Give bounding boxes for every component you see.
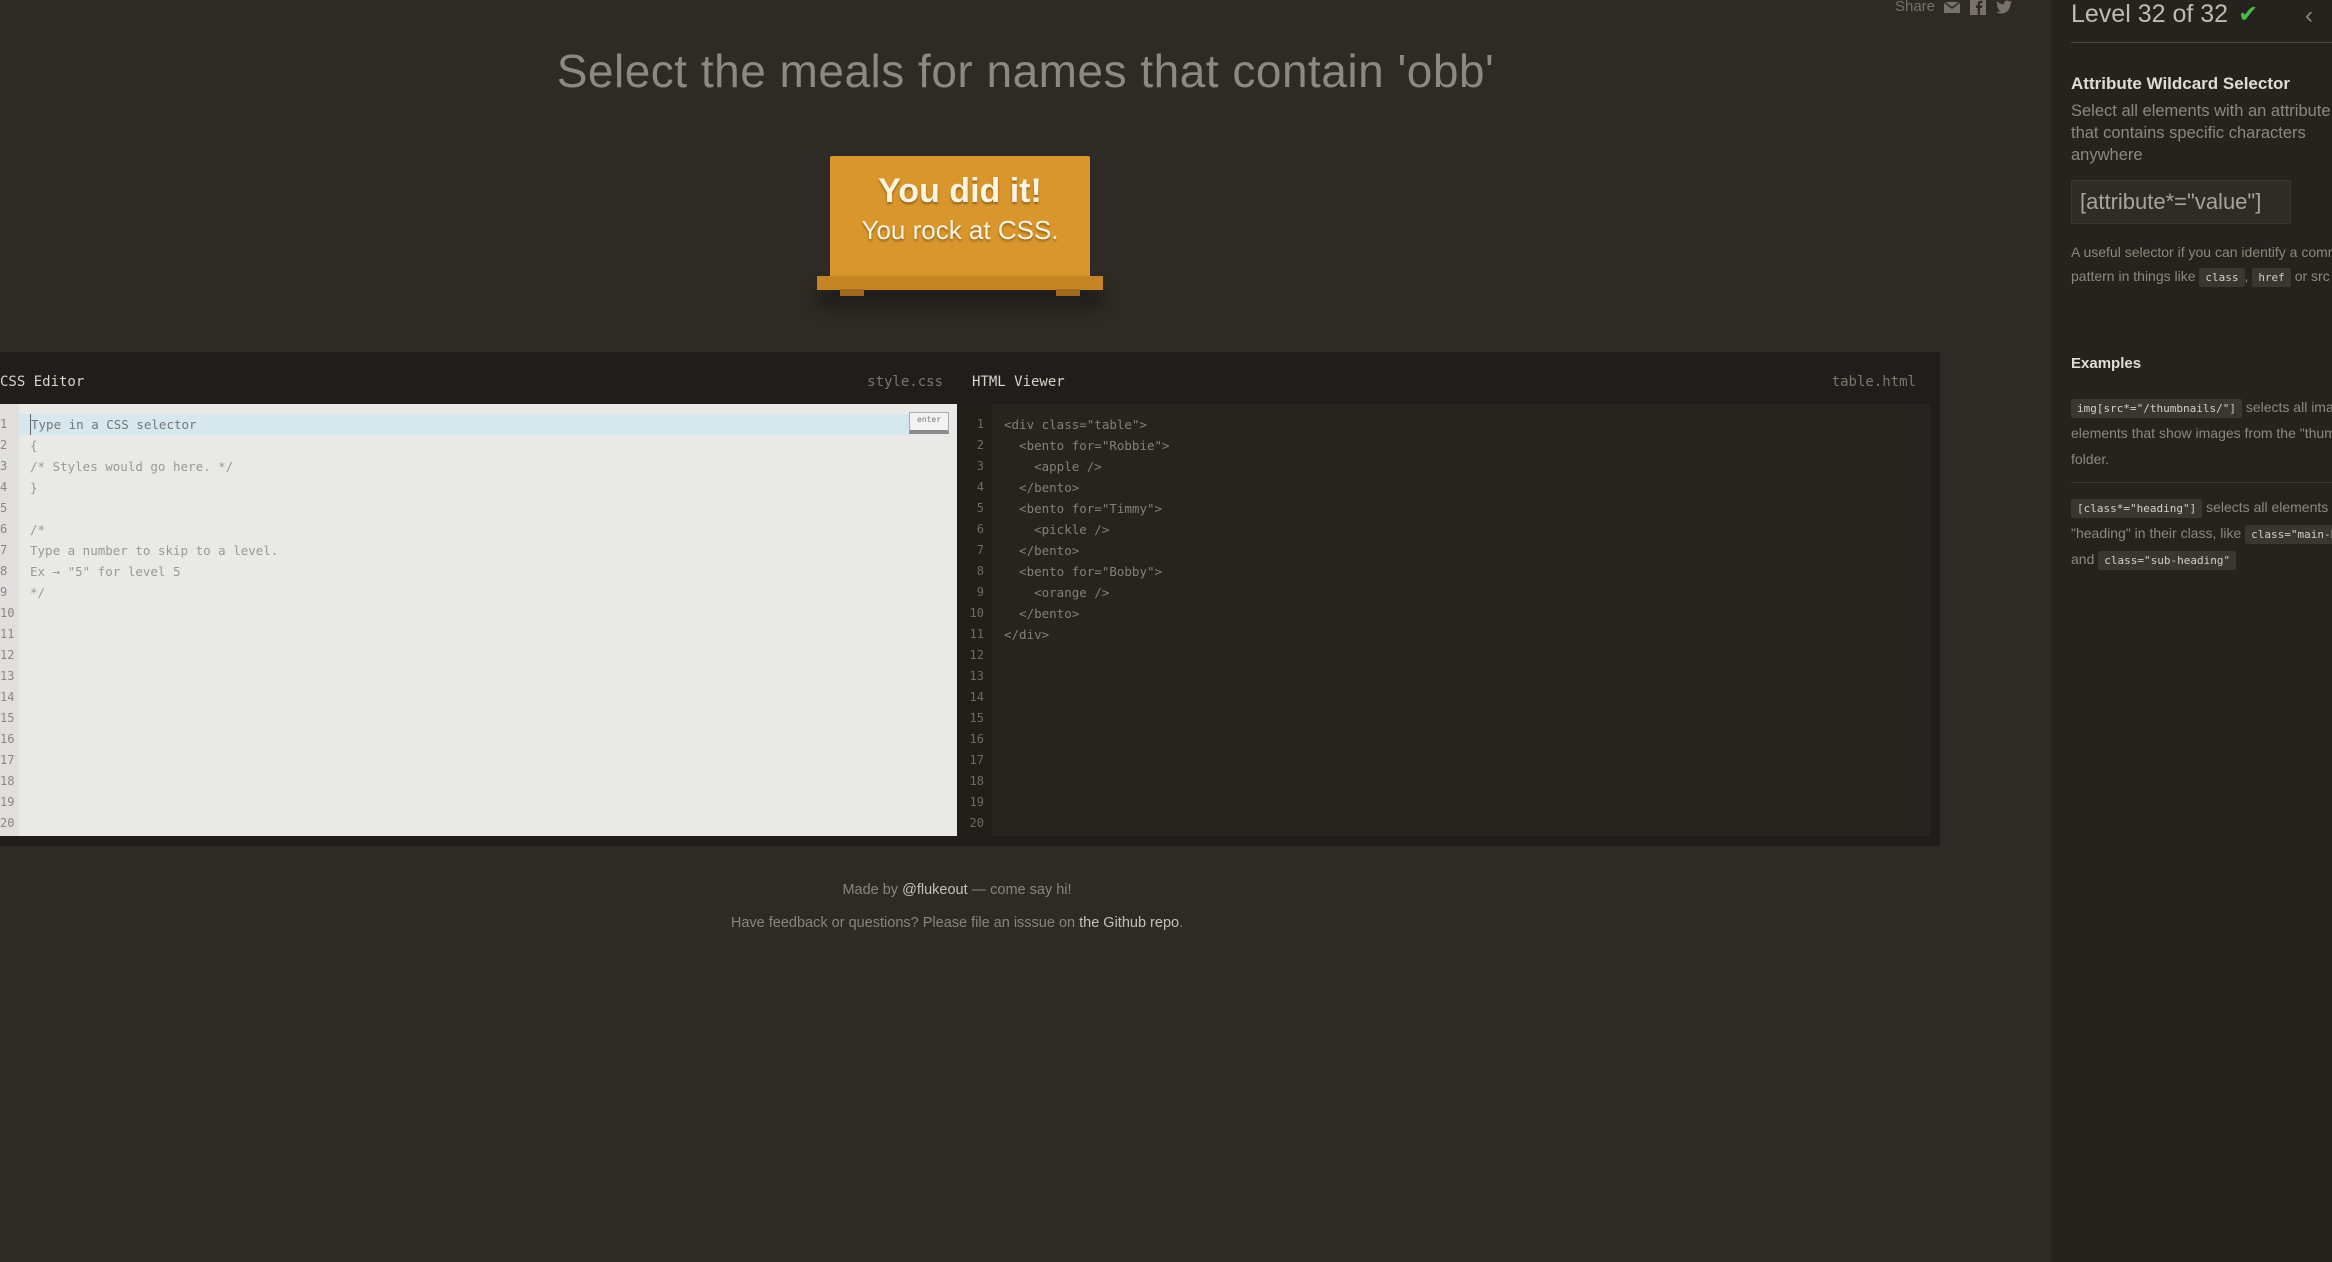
line-number: 7: [976, 543, 984, 557]
line-number: 6: [976, 522, 984, 536]
line-number: 2: [976, 438, 984, 452]
line-number: 14: [969, 690, 984, 704]
html-viewer: 1 2 3 4 5 6 7 8 9 10 11 12 13 14 15 16 17 18 19 20 <div cla…: [960, 404, 1930, 836]
line-number: 20: [0, 816, 15, 830]
table-leg-left: [840, 289, 864, 296]
line-number: 15: [0, 711, 15, 725]
line-number: 18: [0, 774, 15, 788]
line-number: 13: [0, 669, 15, 683]
line-number: 14: [0, 690, 15, 704]
share-label: Share: [1894, 0, 1935, 15]
line-number: 15: [969, 711, 984, 725]
level-text: Level 32 of 32: [2071, 0, 2229, 28]
line-number: 1: [976, 417, 984, 431]
line-number: 9: [976, 585, 984, 599]
main-area: Share Select the meals for names that co…: [0, 0, 2051, 1262]
line-number: 7: [0, 543, 8, 557]
line-number: 1: [0, 417, 8, 431]
footer-credit-prefix: Made by: [842, 882, 903, 898]
facebook-icon[interactable]: [1969, 0, 1987, 15]
examples-title: Examples: [2071, 355, 2142, 372]
html-viewer-filename: table.html: [1831, 374, 1916, 390]
examples-divider: [2071, 482, 2332, 483]
mail-icon[interactable]: [1943, 0, 1961, 15]
html-viewer-code: <div class="table"> <bento for="Robbie">…: [1004, 417, 1170, 642]
css-editor-code: { /* Styles would go here. */ } /* Type …: [30, 438, 279, 600]
hint-chip-href: href: [2252, 268, 2291, 287]
line-number: 19: [0, 795, 15, 809]
table-edge: [817, 276, 1103, 290]
line-number: 17: [969, 753, 984, 767]
line-number: 18: [969, 774, 984, 788]
selector-name: Attribute Wildcard Selector: [2071, 74, 2290, 93]
html-line-numbers: 1 2 3 4 5 6 7 8 9 10 11 12 13 14 15 16 17 18 19 20: [960, 404, 992, 836]
footer-feedback-suffix: .: [1179, 915, 1184, 931]
line-number: 17: [0, 753, 15, 767]
line-number: 4: [0, 480, 8, 494]
line-number: 16: [969, 732, 984, 746]
line-number: 8: [0, 564, 8, 578]
line-number: 10: [969, 606, 984, 620]
example-2-code: [class*="heading"]: [2071, 499, 2203, 518]
line-number: 3: [0, 459, 8, 473]
css-editor[interactable]: 1234567891011121314151617181920 { /* Sty…: [0, 404, 957, 836]
css-editor-title: CSS Editor: [0, 374, 85, 390]
line-number: 9: [0, 585, 8, 599]
level-instruction: Select the meals for names that contain …: [556, 45, 1495, 97]
selector-hint: A useful selector if you can identify a …: [2071, 240, 2332, 288]
github-repo-link[interactable]: the Github repo: [1079, 915, 1179, 931]
line-number: 11: [0, 627, 15, 641]
line-number: 12: [969, 648, 984, 662]
flukeout-link[interactable]: @flukeout: [902, 882, 968, 898]
hint-suffix: or src attributes.: [2294, 268, 2332, 284]
success-subtitle: You rock at CSS.: [861, 215, 1059, 245]
enter-button[interactable]: enter: [909, 412, 949, 434]
example-1-code: img[src*="/thumbnails/"]: [2071, 399, 2242, 418]
css-line-numbers: 1 2 3 4 5 6 7 8 9 10 11 12 13 14 15 16 17 18 19 20: [0, 404, 19, 836]
line-number: 11: [969, 627, 984, 641]
line-number: 2: [0, 438, 8, 452]
footer-credit-suffix: — come say hi!: [967, 882, 1072, 898]
line-number: 6: [0, 522, 8, 536]
line-number: 16: [0, 732, 15, 746]
example-2-chip-main-heading: class="main-heading": [2245, 525, 2332, 544]
editor-panel: CSS Editor style.css HTML Viewer table.h…: [0, 352, 1940, 846]
footer-feedback: Have feedback or questions? Please file …: [0, 915, 1914, 931]
css-editor-header: CSS Editor style.css: [0, 360, 957, 402]
line-number: 5: [976, 501, 984, 515]
line-number: 13: [969, 669, 984, 683]
line-number: 19: [969, 795, 984, 809]
level-indicator[interactable]: Level 32 of 32 ✔: [2071, 0, 2258, 29]
sidebar-divider: [2071, 42, 2332, 43]
footer-credit: Made by @flukeout — come say hi!: [0, 882, 1914, 898]
sidebar: Level 32 of 32 ✔ ‹ Attribute Wildcard Se…: [2051, 0, 2332, 1262]
success-title: You did it!: [878, 172, 1042, 210]
line-number: 20: [969, 816, 984, 830]
twitter-icon[interactable]: [1995, 0, 2013, 15]
success-message: You did it! You rock at CSS.: [812, 172, 1108, 246]
example-2-and: and: [2071, 551, 2099, 567]
example-2-chip-sub-heading: class="sub-heading": [2098, 551, 2237, 570]
game-table: You did it! You rock at CSS.: [812, 148, 1108, 308]
hint-chip-class: class: [2199, 268, 2245, 287]
line-number: 8: [976, 564, 984, 578]
css-editor-filename: style.css: [867, 374, 943, 390]
html-viewer-header: HTML Viewer table.html: [960, 360, 1930, 402]
hint-separator: ,: [2244, 268, 2249, 284]
check-icon: ✔: [2238, 1, 2259, 28]
share-bar: Share: [1895, 0, 2013, 15]
html-viewer-title: HTML Viewer: [972, 374, 1065, 390]
selector-description: Select all elements with an attribute va…: [2071, 102, 2332, 164]
line-number: 12: [0, 648, 15, 662]
selector-syntax: [attribute*="value"]: [2071, 180, 2291, 224]
example-2: [class*="heading"] selects all elements …: [2071, 494, 2332, 572]
line-number: 3: [976, 459, 984, 473]
table-leg-right: [1056, 289, 1080, 296]
footer-feedback-prefix: Have feedback or questions? Please file …: [730, 915, 1080, 931]
line-number: 5: [0, 501, 8, 515]
line-number: 10: [0, 606, 15, 620]
line-number: 4: [976, 480, 984, 494]
chevron-left-icon[interactable]: ‹: [2305, 2, 2313, 30]
example-1: img[src*="/thumbnails/"] selects all ima…: [2071, 394, 2332, 472]
